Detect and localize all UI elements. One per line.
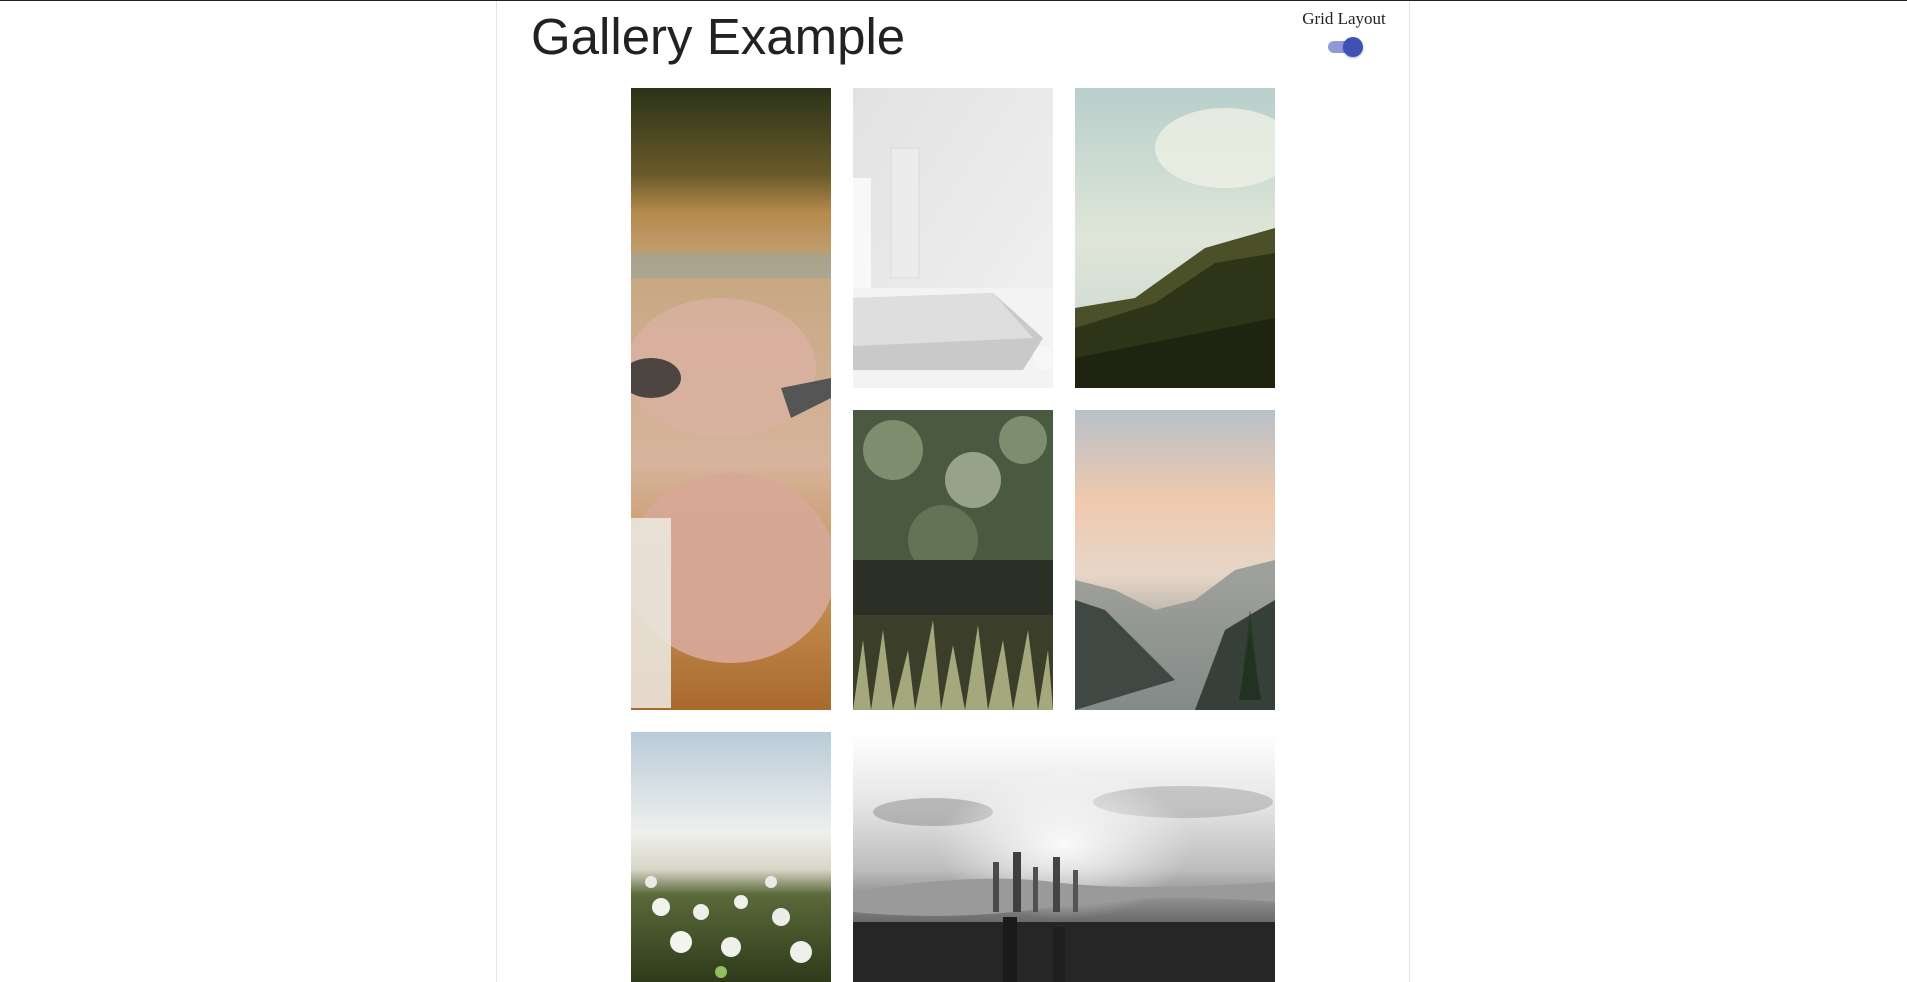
gallery-image-valley[interactable] <box>1075 410 1275 710</box>
toggle-knob[interactable] <box>1343 37 1363 57</box>
gallery-image-writing-hands[interactable] <box>631 88 831 710</box>
grass-photo <box>853 410 1053 710</box>
gallery-image-hillside[interactable] <box>1075 88 1275 388</box>
gallery-image-dandelions[interactable] <box>631 732 831 982</box>
valley-photo <box>1075 410 1275 710</box>
gallery-image-grass[interactable] <box>853 410 1053 710</box>
gallery-image-city[interactable] <box>853 732 1275 982</box>
writing-hands-photo <box>631 88 831 710</box>
layout-toggle-label: Grid Layout <box>1302 9 1386 28</box>
laptop-photo <box>853 88 1053 388</box>
layout-toggle-group: Grid Layout <box>1294 9 1394 57</box>
city-photo <box>853 732 1275 982</box>
hillside-photo <box>1075 88 1275 388</box>
dandelions-photo <box>631 732 831 982</box>
gallery-image-laptop[interactable] <box>853 88 1053 388</box>
grid-layout-toggle[interactable] <box>1325 35 1363 57</box>
page-title: Gallery Example <box>531 8 906 65</box>
